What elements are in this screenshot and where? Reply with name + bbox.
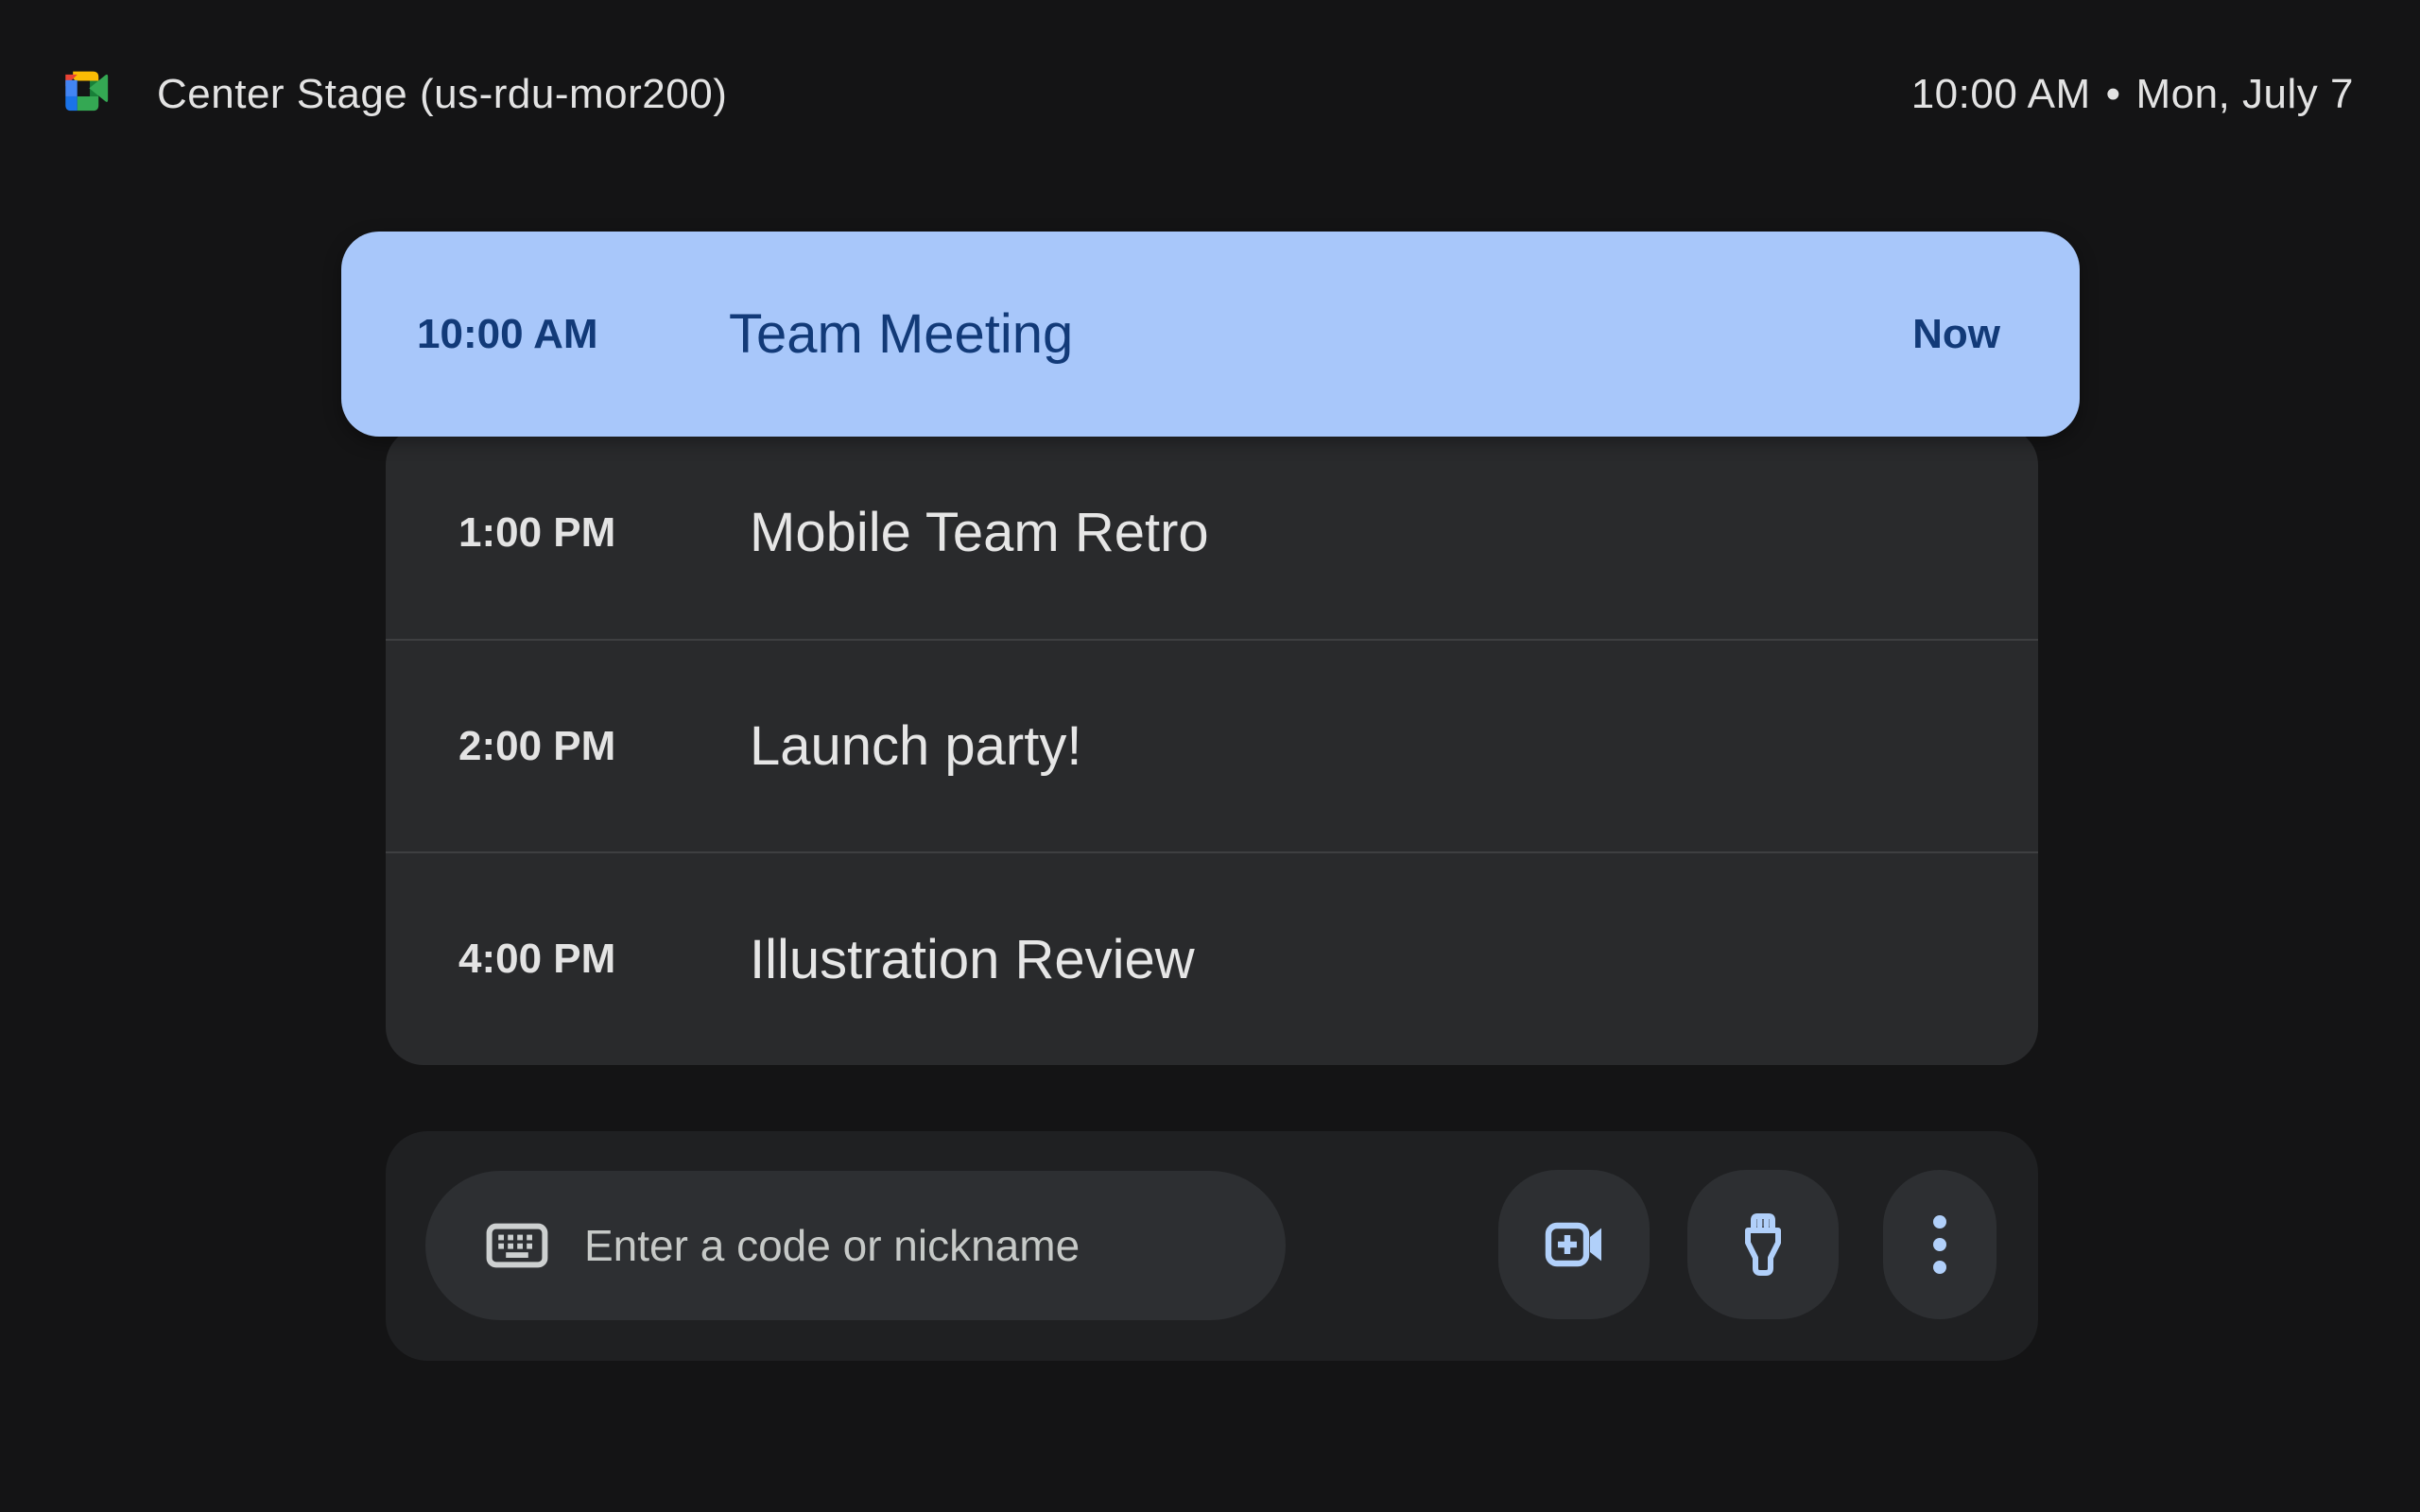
current-meeting-title: Team Meeting bbox=[729, 302, 1912, 366]
schedule-row-time: 4:00 PM bbox=[458, 936, 750, 983]
present-hdmi-button[interactable] bbox=[1687, 1170, 1839, 1319]
three-dots-icon bbox=[1932, 1214, 1947, 1275]
code-input[interactable] bbox=[584, 1220, 1286, 1271]
schedule-row-title: Mobile Team Retro bbox=[750, 501, 1959, 564]
schedule-row-time: 1:00 PM bbox=[458, 509, 750, 557]
schedule-row[interactable]: 2:00 PM Launch party! bbox=[386, 639, 2038, 852]
schedule-row-title: Launch party! bbox=[750, 714, 1959, 778]
google-meet-logo-icon bbox=[60, 63, 123, 126]
meet-room-home-screen: { "header": { "room_name": "Center Stage… bbox=[0, 0, 2420, 1512]
header: Center Stage (us-rdu-mor200) 10:00 AM • … bbox=[60, 55, 2354, 134]
new-meeting-button[interactable] bbox=[1498, 1170, 1650, 1319]
clock-dot: • bbox=[2106, 71, 2121, 118]
now-badge: Now bbox=[1912, 311, 2000, 358]
current-meeting-card[interactable]: 10:00 AM Team Meeting Now bbox=[341, 232, 2080, 437]
clock: 10:00 AM • Mon, July 7 bbox=[1911, 71, 2354, 118]
schedule-list: 1:00 PM Mobile Team Retro 2:00 PM Launch… bbox=[386, 427, 2038, 1065]
video-call-plus-icon bbox=[1543, 1219, 1605, 1270]
schedule-row-time: 2:00 PM bbox=[458, 723, 750, 770]
code-input-pill[interactable] bbox=[425, 1171, 1286, 1320]
schedule-row[interactable]: 1:00 PM Mobile Team Retro bbox=[386, 427, 2038, 639]
clock-date: Mon, July 7 bbox=[2136, 71, 2354, 118]
current-meeting-time: 10:00 AM bbox=[417, 311, 729, 358]
clock-time: 10:00 AM bbox=[1911, 71, 2091, 118]
more-options-button[interactable] bbox=[1883, 1170, 1996, 1319]
schedule-row-title: Illustration Review bbox=[750, 928, 1959, 991]
footer-control-bar bbox=[386, 1131, 2038, 1361]
schedule-row[interactable]: 4:00 PM Illustration Review bbox=[386, 851, 2038, 1065]
hdmi-cable-icon bbox=[1737, 1211, 1789, 1278]
keyboard-icon bbox=[486, 1223, 548, 1268]
room-name: Center Stage (us-rdu-mor200) bbox=[157, 71, 727, 118]
